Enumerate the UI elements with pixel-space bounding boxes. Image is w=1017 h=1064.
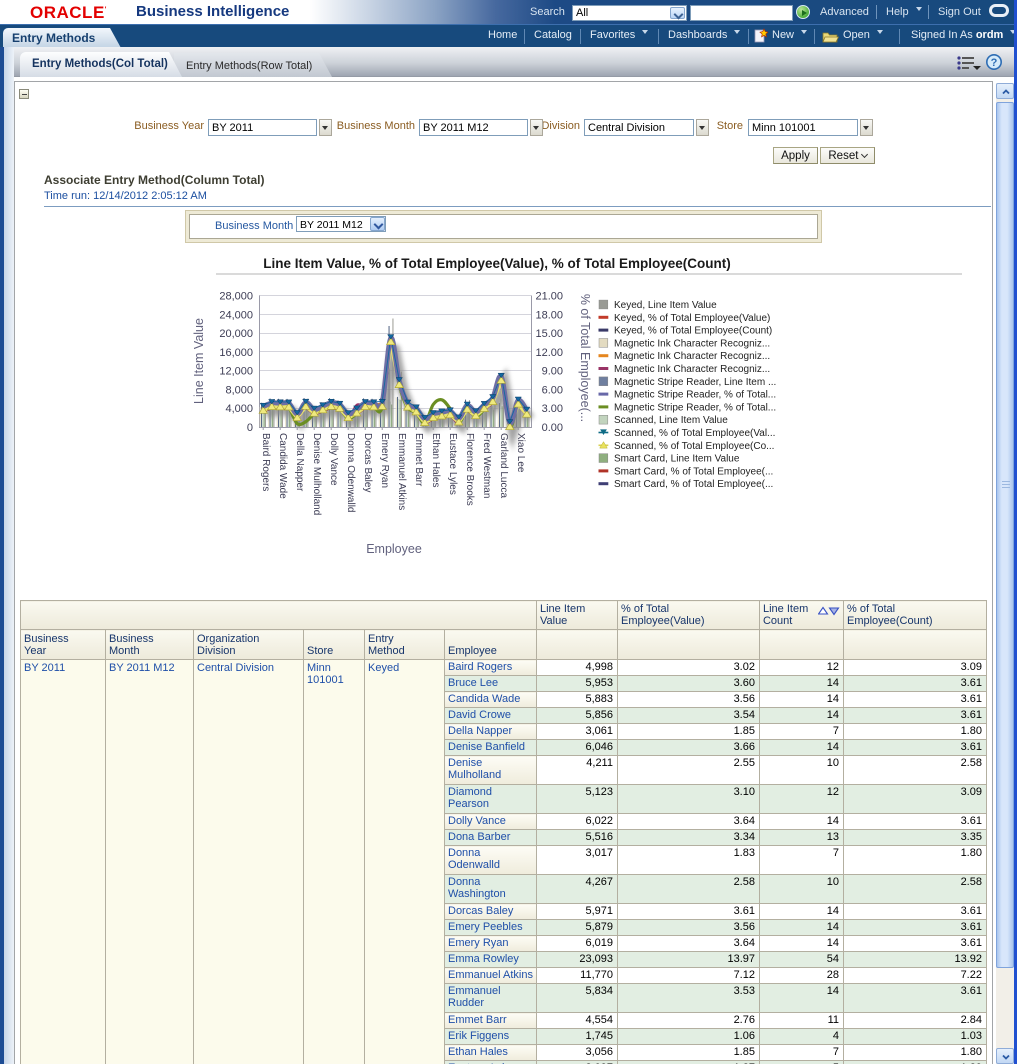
svg-text:Ethan Hales: Ethan Hales <box>430 433 441 487</box>
svg-text:28,000: 28,000 <box>219 291 253 303</box>
svg-text:9.00: 9.00 <box>542 366 563 378</box>
svg-text:8,000: 8,000 <box>225 384 253 396</box>
svg-text:15.00: 15.00 <box>535 328 563 340</box>
svg-text:0.00: 0.00 <box>542 422 563 434</box>
svg-text:Line Item Value, % of Total Em: Line Item Value, % of Total Employee(Val… <box>263 256 731 271</box>
svg-text:16,000: 16,000 <box>219 347 253 359</box>
svg-text:% of Total Employee(...: % of Total Employee(... <box>578 294 592 422</box>
svg-text:12,000: 12,000 <box>219 366 253 378</box>
svg-text:21.00: 21.00 <box>535 291 563 303</box>
svg-text:Dorcas Baley: Dorcas Baley <box>362 433 373 492</box>
svg-text:Candida Wade: Candida Wade <box>277 433 288 499</box>
svg-text:Eustace Lyles: Eustace Lyles <box>447 433 458 495</box>
svg-text:Smart Card, Line Item Value: Smart Card, Line Item Value <box>614 454 740 465</box>
svg-text:Emmanuel Atkins: Emmanuel Atkins <box>396 433 407 510</box>
svg-text:20,000: 20,000 <box>219 328 253 340</box>
svg-text:24,000: 24,000 <box>219 309 253 321</box>
svg-text:Dolly Vance: Dolly Vance <box>328 433 339 486</box>
svg-text:Smart Card, % of Total Employe: Smart Card, % of Total Employee(... <box>614 466 773 477</box>
svg-text:Magnetic Stripe Reader, % of T: Magnetic Stripe Reader, % of Total... <box>614 390 776 401</box>
svg-text:Baird Rogers: Baird Rogers <box>260 433 271 491</box>
svg-text:4,000: 4,000 <box>225 403 253 415</box>
svg-text:Scanned, Line Item Value: Scanned, Line Item Value <box>614 415 728 426</box>
svg-text:Keyed, % of Total Employee(Cou: Keyed, % of Total Employee(Count) <box>614 326 772 337</box>
svg-text:?: ? <box>991 57 998 69</box>
svg-text:Fred Westman: Fred Westman <box>481 433 492 498</box>
svg-text:Magnetic Ink Character Recogni: Magnetic Ink Character Recogniz... <box>614 364 770 375</box>
svg-text:Emmet Barr: Emmet Barr <box>413 433 424 487</box>
svg-text:6.00: 6.00 <box>542 384 563 396</box>
svg-text:Magnetic Ink Character Recogni: Magnetic Ink Character Recogniz... <box>614 351 770 362</box>
svg-text:12.00: 12.00 <box>535 347 563 359</box>
svg-text:Florence Brooks: Florence Brooks <box>464 433 475 506</box>
svg-text:Magnetic Stripe Reader, Line I: Magnetic Stripe Reader, Line Item ... <box>614 377 776 388</box>
svg-text:Garland Lucca: Garland Lucca <box>498 433 509 498</box>
svg-text:Keyed, Line Item Value: Keyed, Line Item Value <box>614 300 717 311</box>
svg-text:Magnetic Stripe Reader, % of T: Magnetic Stripe Reader, % of Total... <box>614 402 776 413</box>
svg-text:Smart Card, % of Total Employe: Smart Card, % of Total Employee(... <box>614 479 773 490</box>
svg-text:Employee: Employee <box>366 542 422 556</box>
svg-text:3.00: 3.00 <box>542 403 563 415</box>
svg-text:0: 0 <box>247 422 253 434</box>
svg-text:18.00: 18.00 <box>535 309 563 321</box>
svg-text:Keyed, % of Total Employee(Val: Keyed, % of Total Employee(Value) <box>614 313 770 324</box>
svg-text:Scanned, % of Total Employee(C: Scanned, % of Total Employee(Co... <box>614 441 774 452</box>
svg-text:Donna Odenwalld: Donna Odenwalld <box>345 433 356 513</box>
svg-text:Line Item Value: Line Item Value <box>192 318 206 404</box>
svg-text:Magnetic Ink Character Recogni: Magnetic Ink Character Recogniz... <box>614 338 770 349</box>
svg-text:Denise Mulholland: Denise Mulholland <box>311 433 322 515</box>
svg-text:Scanned, % of Total Employee(V: Scanned, % of Total Employee(Val... <box>614 428 775 439</box>
svg-text:Emery Ryan: Emery Ryan <box>379 433 390 488</box>
svg-text:Della Napper: Della Napper <box>294 433 305 492</box>
